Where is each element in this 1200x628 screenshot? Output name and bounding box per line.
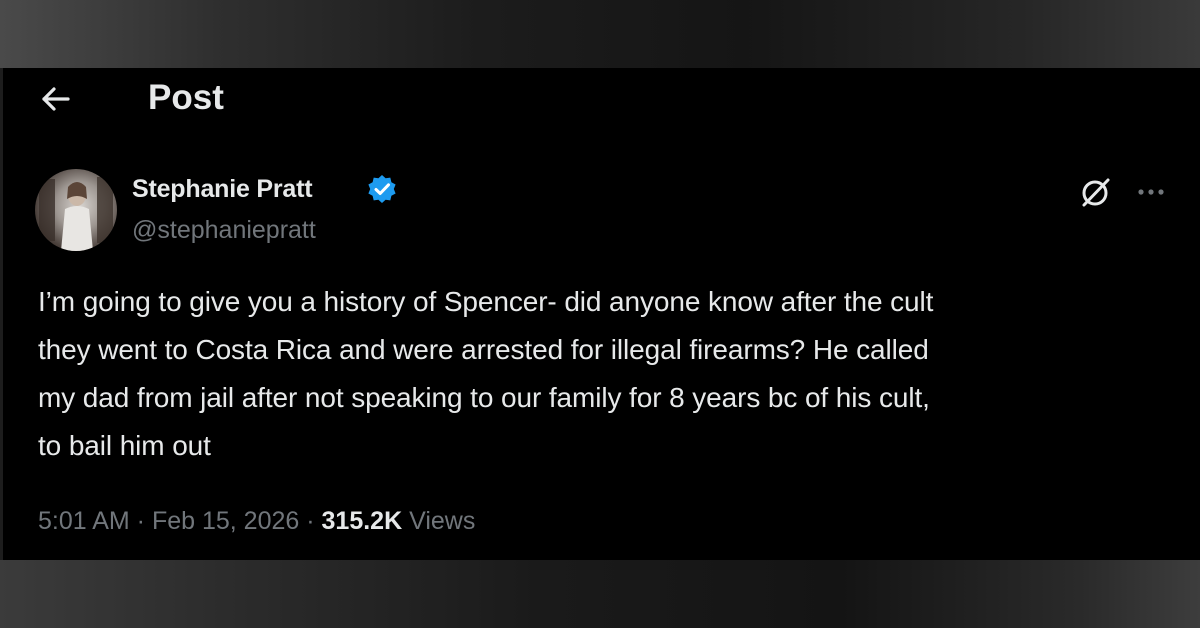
more-horizontal-icon[interactable] xyxy=(1132,174,1170,210)
grok-icon[interactable] xyxy=(1078,174,1114,210)
avatar-image xyxy=(39,177,113,251)
background-band-top xyxy=(0,0,1200,68)
post-header: Post xyxy=(0,68,1200,124)
post-metadata: 5:01 AM · Feb 15, 2026 · 315.2K Views xyxy=(38,504,475,538)
views-label: Views xyxy=(409,507,476,535)
post-card: Post Stephanie Pratt @stephaniepratt I’m… xyxy=(0,68,1200,560)
post-time[interactable]: 5:01 AM xyxy=(38,507,130,535)
author-handle[interactable]: @stephaniepratt xyxy=(132,213,316,247)
card-left-border xyxy=(0,68,3,560)
background-band-bottom xyxy=(0,560,1200,628)
meta-separator: · xyxy=(129,507,152,535)
views-count: 315.2K xyxy=(321,507,403,535)
verified-badge-icon xyxy=(366,173,398,205)
post-text-line: I’m going to give you a history of Spenc… xyxy=(38,286,934,317)
page-title: Post xyxy=(148,78,224,117)
avatar[interactable] xyxy=(35,169,117,251)
author-name[interactable]: Stephanie Pratt xyxy=(132,172,313,206)
post-text-line: to bail him out xyxy=(38,430,211,461)
post-text-line: my dad from jail after not speaking to o… xyxy=(38,382,930,413)
back-button[interactable] xyxy=(38,80,76,118)
arrow-left-icon xyxy=(42,87,70,111)
post-text: I’m going to give you a history of Spenc… xyxy=(38,278,1188,470)
post-text-line: they went to Costa Rica and were arreste… xyxy=(38,334,929,365)
post-date[interactable]: Feb 15, 2026 xyxy=(152,507,299,535)
meta-separator: · xyxy=(299,507,322,535)
